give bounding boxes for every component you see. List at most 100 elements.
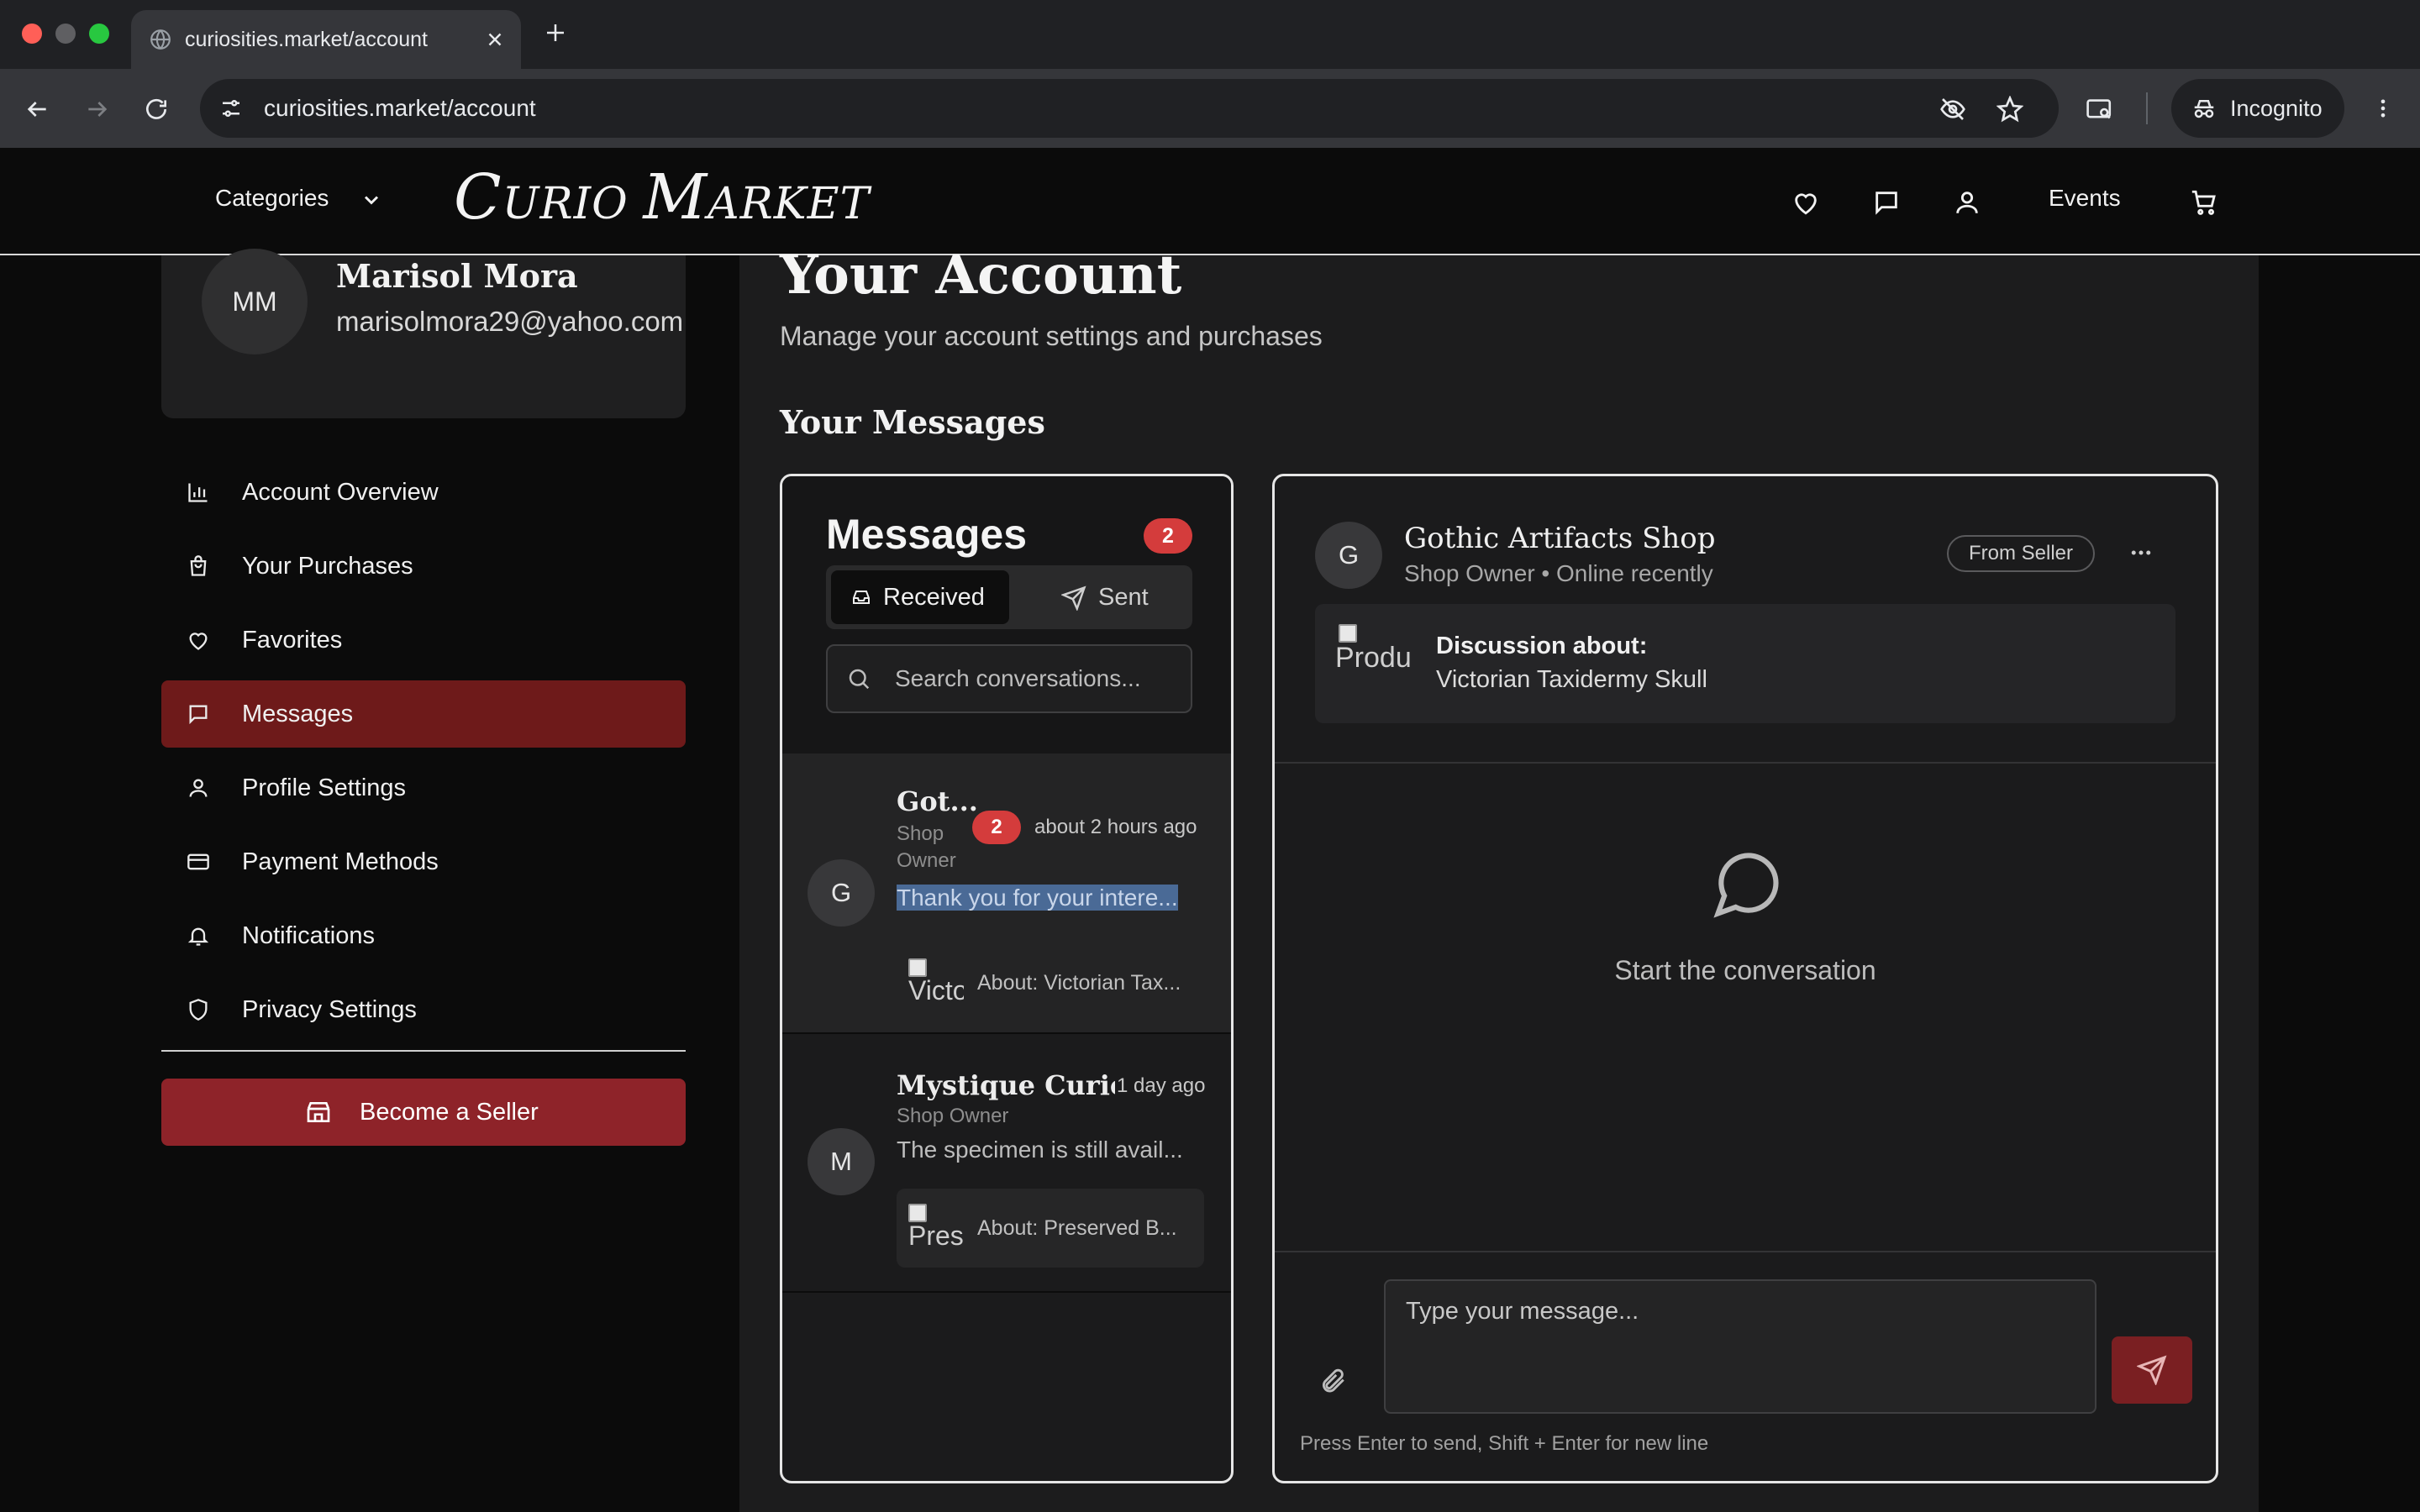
tab-search-icon[interactable] <box>2086 96 2114 123</box>
conversation-item[interactable]: M Mystique Curio... 1 day ago Shop Owner… <box>782 1036 1231 1293</box>
forward-icon[interactable] <box>84 96 111 123</box>
logo-urio: URIO <box>502 179 644 229</box>
sidebar-item-privacy-settings[interactable]: Privacy Settings <box>161 976 686 1043</box>
shopping-bag-icon <box>187 554 210 578</box>
sidebar-item-notifications[interactable]: Notifications <box>161 902 686 969</box>
sidebar-item-payment-methods[interactable]: Payment Methods <box>161 828 686 895</box>
message-input[interactable] <box>1406 1298 2078 1399</box>
reload-icon[interactable] <box>143 96 170 123</box>
sidebar-item-profile-settings[interactable]: Profile Settings <box>161 754 686 822</box>
minimize-window-button[interactable] <box>55 24 76 44</box>
sidebar-item-label: Payment Methods <box>242 848 439 875</box>
heart-icon <box>187 628 210 652</box>
events-label: Events <box>2049 185 2121 211</box>
send-icon <box>2137 1355 2167 1385</box>
conversation-name: Mystique Curio... <box>897 1069 1115 1101</box>
sidebar-item-messages[interactable]: Messages <box>161 680 686 748</box>
site-logo[interactable]: CURIO MARKET <box>454 161 870 234</box>
more-options-icon[interactable] <box>2127 540 2155 565</box>
browser-tab[interactable]: curiosities.market/account <box>131 10 521 69</box>
sidebar-item-your-purchases[interactable]: Your Purchases <box>161 533 686 600</box>
send-icon <box>1061 585 1086 611</box>
address-bar[interactable]: curiosities.market/account <box>200 79 2059 138</box>
about-label: About: Preserved B... <box>977 1216 1177 1240</box>
product-thumbnail: Victo <box>908 958 964 1012</box>
browser-menu-icon[interactable] <box>2371 94 2395 123</box>
chat-divider <box>1275 1251 2216 1252</box>
maximize-window-button[interactable] <box>89 24 109 44</box>
about-product-chip[interactable]: Pres About: Preserved B... <box>897 1189 1204 1268</box>
send-button[interactable] <box>2112 1336 2192 1404</box>
tab-received[interactable]: Received <box>831 570 1009 624</box>
messages-icon[interactable] <box>1872 188 1901 217</box>
site-header: Categories CURIO MARKET Events <box>0 148 2420 255</box>
user-name: Marisol Mora <box>336 257 578 295</box>
cart-icon[interactable] <box>2190 188 2218 217</box>
profile-card: MM Marisol Mora marisolmora29@yahoo.com <box>161 249 686 418</box>
user-email: marisolmora29@yahoo.com <box>336 306 684 337</box>
avatar: G <box>1315 522 1382 589</box>
toolbar-divider <box>2146 92 2148 124</box>
categories-label: Categories <box>215 185 329 211</box>
sidebar-item-label: Notifications <box>242 922 375 949</box>
tab-sent-label: Sent <box>1098 584 1149 611</box>
avatar: MM <box>202 249 308 354</box>
search-conversations <box>826 644 1192 713</box>
sidebar-divider <box>161 1050 686 1052</box>
conversation-time: 1 day ago <box>1117 1074 1206 1097</box>
conversation-list-panel: Messages 2 Received Sent G Got... Shop O… <box>780 474 1234 1483</box>
paperclip-icon[interactable] <box>1318 1367 1347 1395</box>
discussion-item: Victorian Taxidermy Skull <box>1436 666 1707 693</box>
avatar: M <box>808 1128 875 1195</box>
bookmark-star-icon[interactable] <box>1996 96 2023 123</box>
about-product-chip[interactable]: Victo About: Victorian Tax... <box>897 943 1204 1022</box>
events-link[interactable]: Events <box>2049 185 2121 212</box>
about-label: About: Victorian Tax... <box>977 971 1181 995</box>
discussion-card: Produ Discussion about: Victorian Taxide… <box>1315 604 2175 723</box>
sidebar-item-label: Messages <box>242 701 354 727</box>
product-thumbnail: Pres <box>908 1204 964 1257</box>
logo-arket: ARKET <box>708 179 871 229</box>
avatar: G <box>808 859 875 927</box>
shield-icon <box>187 998 210 1021</box>
message-box <box>1384 1279 2096 1414</box>
back-icon[interactable] <box>24 96 50 123</box>
bell-icon <box>187 924 210 948</box>
message-tabs: Received Sent <box>826 565 1192 629</box>
unread-badge: 2 <box>972 811 1021 844</box>
conversation-role: Owner <box>897 849 956 872</box>
account-user-icon[interactable] <box>1953 188 1981 217</box>
conversation-preview: The specimen is still avail... <box>897 1137 1183 1163</box>
sidebar-item-favorites[interactable]: Favorites <box>161 606 686 674</box>
sidebar-item-label: Account Overview <box>242 479 439 506</box>
conversation-item[interactable]: G Got... Shop Owner 2 about 2 hours ago … <box>782 753 1231 1034</box>
inbox-icon <box>851 587 871 607</box>
bar-chart-icon <box>187 480 210 504</box>
close-window-button[interactable] <box>22 24 42 44</box>
sidebar-item-account-overview[interactable]: Account Overview <box>161 459 686 526</box>
url-text: curiosities.market/account <box>264 95 536 121</box>
browser-toolbar: curiosities.market/account Incognito <box>0 69 2420 148</box>
favorites-heart-icon[interactable] <box>1791 188 1820 217</box>
browser-tab-strip: curiosities.market/account <box>0 0 2420 69</box>
message-square-icon <box>187 702 210 726</box>
chat-divider <box>1275 762 2216 764</box>
incognito-button[interactable]: Incognito <box>2171 79 2344 138</box>
site-info-icon[interactable] <box>218 96 244 121</box>
close-tab-icon[interactable] <box>484 29 506 50</box>
search-icon <box>846 666 871 691</box>
discussion-title: Discussion about: <box>1436 633 1648 659</box>
sidebar-item-label: Profile Settings <box>242 774 407 801</box>
tab-received-label: Received <box>883 584 985 611</box>
credit-card-icon <box>187 850 210 874</box>
categories-menu[interactable]: Categories <box>215 185 329 212</box>
logo-c: C <box>454 161 502 234</box>
new-tab-icon[interactable] <box>543 20 568 45</box>
become-seller-button[interactable]: Become a Seller <box>161 1079 686 1146</box>
user-icon <box>187 776 210 800</box>
input-hint: Press Enter to send, Shift + Enter for n… <box>1300 1432 1709 1455</box>
eye-off-icon[interactable] <box>1939 96 1966 123</box>
tab-sent[interactable]: Sent <box>1019 570 1187 624</box>
search-input[interactable] <box>895 646 1181 711</box>
sidebar-item-label: Favorites <box>242 627 343 654</box>
